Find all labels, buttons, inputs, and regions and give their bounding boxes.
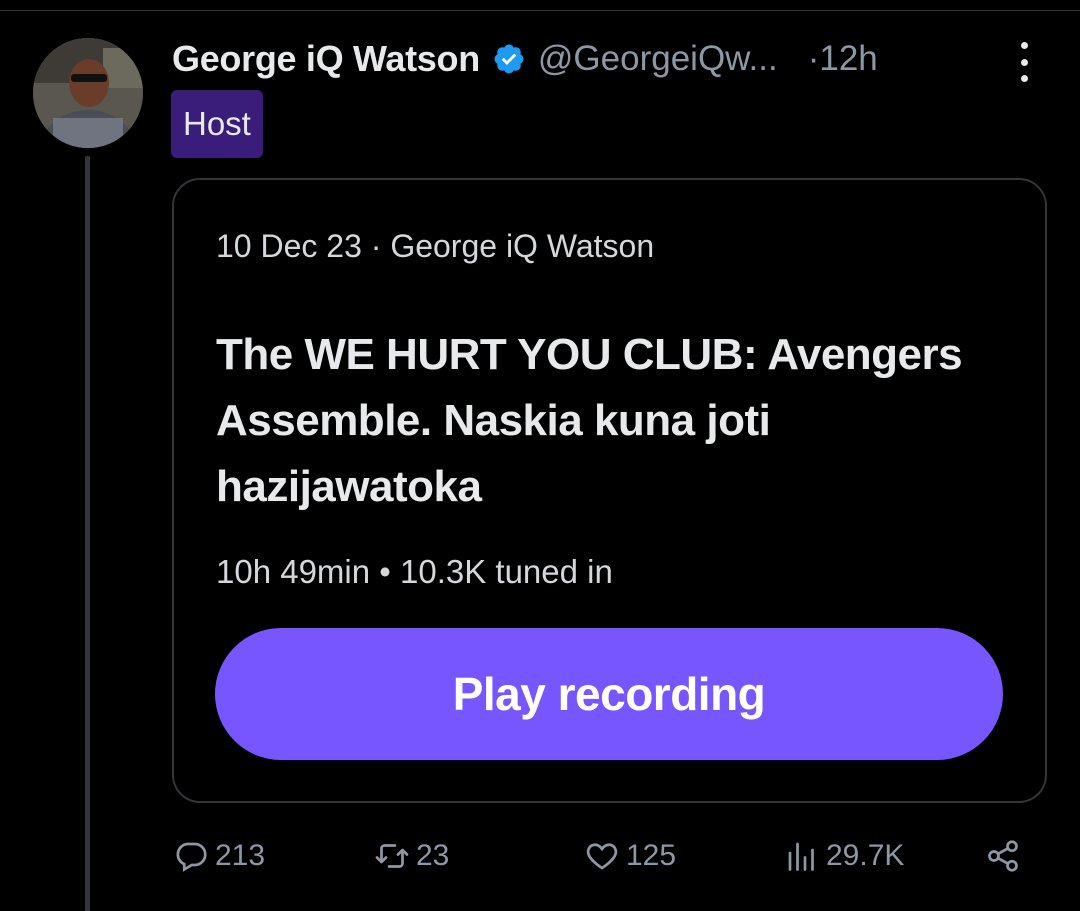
display-name[interactable]: George iQ Watson <box>172 38 480 80</box>
like-count: 125 <box>626 839 677 872</box>
play-recording-button[interactable]: Play recording <box>215 628 1003 760</box>
reply-count: 213 <box>215 839 266 872</box>
like-button[interactable]: 125 <box>584 830 676 882</box>
thread-line <box>85 156 90 911</box>
view-count: 29.7K <box>826 839 905 872</box>
avatar-photo <box>33 38 143 148</box>
user-handle[interactable]: @GeorgeiQw... <box>538 39 778 79</box>
space-stats: 10h 49min • 10.3K tuned in <box>216 553 613 590</box>
space-meta: 10 Dec 23 · George iQ Watson <box>216 228 655 264</box>
host-badge: Host <box>171 90 263 158</box>
share-icon <box>988 840 1018 872</box>
share-button[interactable] <box>985 830 1027 882</box>
views-chart-icon <box>788 842 814 871</box>
tweet-timestamp[interactable]: ·12h <box>808 39 878 79</box>
tweet-header: George iQ Watson @GeorgeiQw... ·12h <box>172 34 1042 84</box>
repost-icon <box>375 844 409 868</box>
reply-icon <box>176 842 207 872</box>
avatar[interactable] <box>33 38 143 148</box>
views-button[interactable]: 29.7K <box>784 830 904 882</box>
tweet-page: George iQ Watson @GeorgeiQw... ·12h Host… <box>0 0 1080 911</box>
reply-button[interactable]: 213 <box>173 830 265 882</box>
repost-count: 23 <box>416 839 450 872</box>
heart-icon <box>586 843 618 870</box>
top-divider <box>0 10 1080 11</box>
repost-button[interactable]: 23 <box>374 830 449 882</box>
space-title: The WE HURT YOU CLUB: Avengers Assemble.… <box>216 330 963 511</box>
verified-badge-icon <box>494 44 524 74</box>
more-vertical-icon[interactable] <box>1012 42 1036 82</box>
